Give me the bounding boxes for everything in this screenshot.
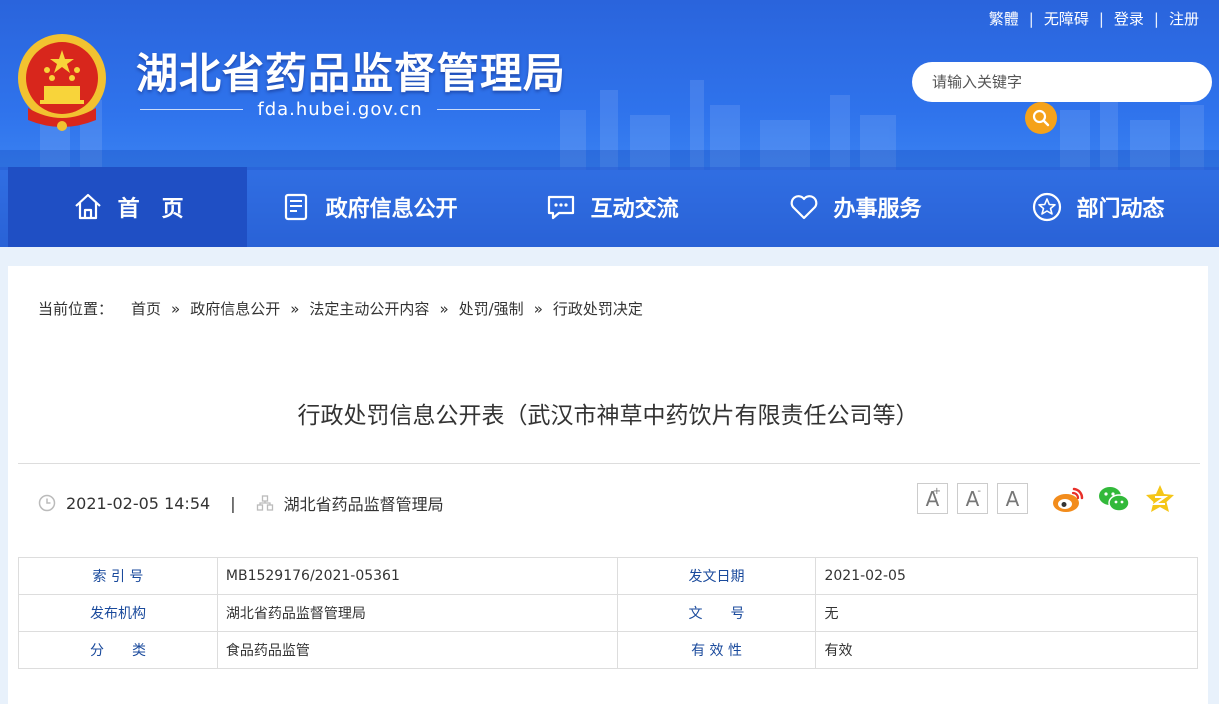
separator: | [1028, 9, 1034, 28]
main-content: 当前位置： 首页 » 政府信息公开 » 法定主动公开内容 » 处罚/强制 » 行… [8, 266, 1208, 704]
login-link[interactable]: 登录 [1114, 8, 1144, 29]
breadcrumb-separator: » [533, 299, 543, 318]
nav-label: 部门动态 [1076, 197, 1165, 222]
issue-date-value: 2021-02-05 [815, 557, 1198, 595]
breadcrumb-gov-info[interactable]: 政府信息公开 [190, 298, 280, 319]
qzone-icon[interactable] [1143, 483, 1177, 515]
nav-label: 互动交流 [590, 197, 679, 222]
clock-icon [38, 494, 56, 512]
site-title: 湖北省药品监督管理局 [136, 49, 567, 98]
breadcrumb-separator: » [171, 299, 181, 318]
site-domain: fda.hubei.gov.cn [257, 98, 423, 120]
national-emblem-icon [18, 34, 106, 131]
site-header: 繁體 | 无障碍 | 登录 | 注册 湖北省药品监督管理局 fda.hubei.… [0, 0, 1219, 247]
breadcrumb-decision[interactable]: 行政处罚决定 [553, 298, 643, 319]
table-row: 索 引 号 MB1529176/2021-05361 发文日期 2021-02-… [18, 557, 1198, 595]
font-size-controls: A + A- A [917, 483, 1028, 514]
nav-label: 政府信息公开 [325, 197, 458, 222]
wechat-icon[interactable] [1097, 483, 1131, 515]
search-box [912, 62, 1212, 102]
table-row: 分 类 食品药品监管 有 效 性 有效 [18, 631, 1198, 669]
article-meta: 2021-02-05 14:54 | 湖北省药品监督管理局 [38, 491, 444, 515]
search-icon [1032, 109, 1050, 127]
category-value: 食品药品监管 [216, 631, 618, 669]
article-source: 湖北省药品监督管理局 [283, 495, 444, 514]
info-table: 索 引 号 MB1529176/2021-05361 发文日期 2021-02-… [18, 557, 1198, 669]
top-links: 繁體 | 无障碍 | 登录 | 注册 [989, 8, 1199, 29]
doc-number-label: 文 号 [616, 594, 817, 632]
nav-interaction[interactable]: 互动交流 [490, 167, 733, 247]
separator: | [1098, 9, 1104, 28]
nav-home[interactable]: 首 页 [8, 167, 248, 247]
validity-value: 有效 [815, 631, 1198, 669]
search-input[interactable] [932, 73, 1192, 91]
publish-datetime: 2021-02-05 14:54 [66, 493, 211, 513]
breadcrumb-separator: » [439, 299, 449, 318]
nav-label: 首 页 [117, 197, 184, 222]
search-button[interactable] [1025, 102, 1057, 134]
index-number-label: 索 引 号 [18, 557, 218, 595]
main-nav: 首 页 政府信息公开 互动交流 办事服务 部门动态 [0, 167, 1219, 247]
separator: | [1153, 9, 1159, 28]
site-domain-row: fda.hubei.gov.cn [140, 98, 540, 120]
category-label: 分 类 [18, 631, 218, 669]
font-decrease-button[interactable]: A- [957, 483, 988, 514]
divider [18, 463, 1200, 464]
doc-number-value: 无 [815, 594, 1198, 632]
nav-gov-info[interactable]: 政府信息公开 [247, 167, 490, 247]
nav-services[interactable]: 办事服务 [733, 167, 976, 247]
index-number-value: MB1529176/2021-05361 [216, 557, 618, 595]
decor-line [140, 108, 244, 110]
document-icon [284, 193, 307, 221]
publisher-label: 发布机构 [18, 594, 218, 632]
nav-dept-news[interactable]: 部门动态 [976, 167, 1219, 247]
chat-icon [547, 195, 574, 220]
traditional-chinese-link[interactable]: 繁體 [989, 8, 1019, 29]
font-increase-button[interactable]: A + [917, 483, 948, 514]
breadcrumb: 当前位置： 首页 » 政府信息公开 » 法定主动公开内容 » 处罚/强制 » 行… [38, 298, 643, 319]
heart-icon [790, 195, 817, 220]
breadcrumb-lead: 当前位置： [38, 300, 114, 318]
article-title: 行政处罚信息公开表（武汉市神草中药饮片有限责任公司等） [297, 403, 919, 429]
nav-label: 办事服务 [833, 197, 922, 222]
home-icon [74, 193, 101, 220]
publisher-value: 湖北省药品监督管理局 [216, 594, 618, 632]
separator: | [230, 493, 236, 513]
share-buttons [1051, 483, 1177, 515]
font-reset-button[interactable]: A [997, 483, 1028, 514]
font-btn-label: A [1005, 486, 1020, 511]
accessibility-link[interactable]: 无障碍 [1044, 8, 1089, 29]
issue-date-label: 发文日期 [616, 557, 817, 595]
breadcrumb-home[interactable]: 首页 [131, 298, 161, 319]
breadcrumb-statutory[interactable]: 法定主动公开内容 [309, 298, 429, 319]
breadcrumb-separator: » [290, 299, 300, 318]
table-row: 发布机构 湖北省药品监督管理局 文 号 无 [18, 594, 1198, 632]
validity-label: 有 效 性 [616, 631, 817, 669]
breadcrumb-penalty[interactable]: 处罚/强制 [459, 298, 524, 319]
organization-icon [256, 495, 273, 511]
decor-line [436, 108, 540, 110]
register-link[interactable]: 注册 [1169, 8, 1199, 29]
star-icon [1032, 192, 1061, 222]
weibo-icon[interactable] [1051, 483, 1085, 515]
